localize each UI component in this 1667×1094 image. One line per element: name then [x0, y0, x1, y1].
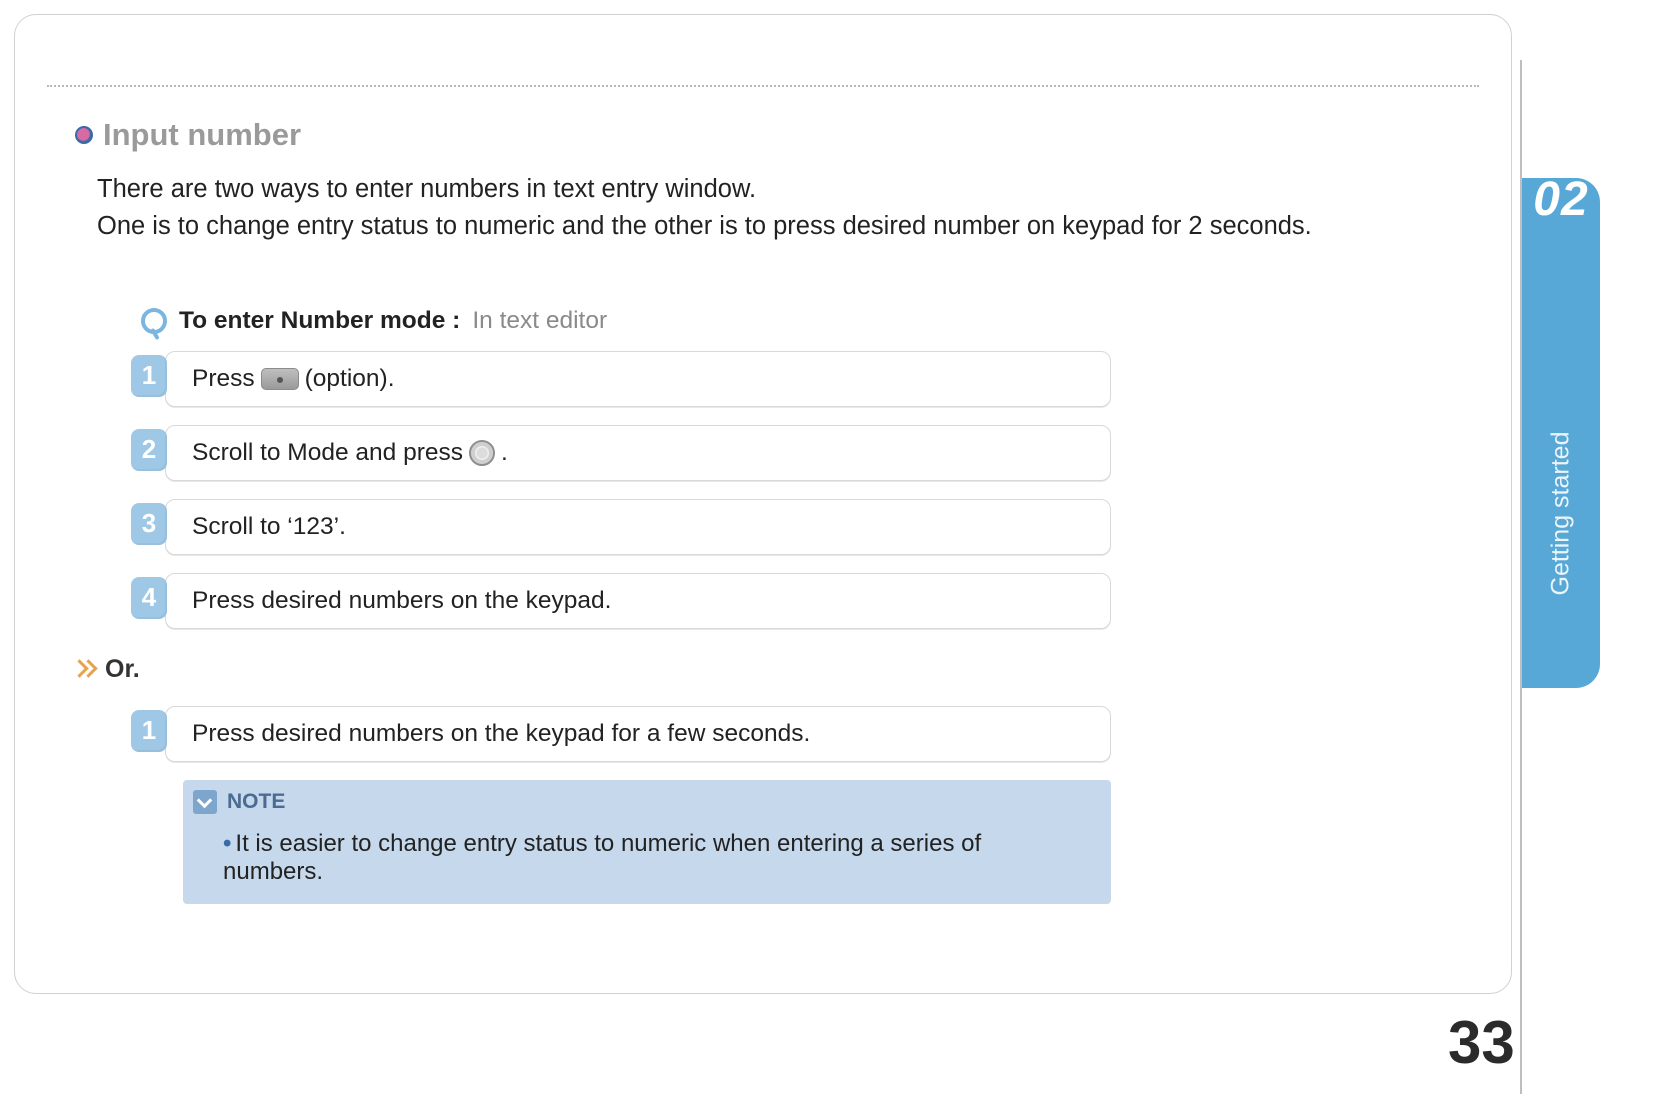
step-box: Press desired numbers on the keypad for …: [165, 706, 1111, 762]
content-area: Input number There are two ways to enter…: [75, 117, 1451, 904]
mode-heading: To enter Number mode : In text editor: [141, 307, 1111, 335]
page-number: 33: [1448, 1008, 1515, 1077]
or-divider: Or.: [73, 655, 1111, 684]
step-text: .: [501, 439, 508, 467]
step-text: Press desired numbers on the keypad.: [192, 587, 611, 615]
heading-title: Input number: [103, 117, 301, 153]
mode-label: To enter Number mode :: [179, 307, 460, 335]
step-number-badge: 4: [131, 577, 167, 619]
intro-line-1: There are two ways to enter numbers in t…: [97, 171, 1451, 208]
step-row: 2Scroll to Mode and press .: [135, 425, 1111, 481]
note-title: NOTE: [227, 790, 285, 814]
note-bullet-icon: •: [223, 830, 231, 857]
note-heading: NOTE: [183, 780, 1111, 824]
step-text: Scroll to ‘123’.: [192, 513, 346, 541]
page-frame: Input number There are two ways to enter…: [14, 14, 1512, 994]
steps-a-list: 1Press (option). 2Scroll to Mode and pres…: [135, 351, 1111, 629]
mode-context: In text editor: [472, 307, 607, 335]
chapter-number: 02: [1522, 172, 1600, 227]
step-text: (option).: [305, 365, 395, 393]
chapter-tab: 02 Getting started: [1522, 178, 1600, 688]
heading-bullet-icon: [75, 126, 93, 144]
arrow-down-right-icon: [193, 790, 217, 814]
step-row: 1Press desired numbers on the keypad for…: [135, 706, 1111, 762]
step-box: Press desired numbers on the keypad.: [165, 573, 1111, 629]
intro-line-2: One is to change entry status to numeric…: [97, 208, 1451, 245]
step-number-badge: 1: [131, 710, 167, 752]
step-row: 1Press (option).: [135, 351, 1111, 407]
note-body: •It is easier to change entry status to …: [183, 824, 1111, 886]
intro-text: There are two ways to enter numbers in t…: [97, 171, 1451, 245]
steps-block: To enter Number mode : In text editor 1P…: [135, 307, 1111, 904]
section-heading: Input number: [75, 117, 1451, 153]
step-number-badge: 3: [131, 503, 167, 545]
step-text: Press: [192, 365, 255, 393]
note-box: NOTE •It is easier to change entry statu…: [183, 780, 1111, 904]
or-label: Or.: [105, 655, 140, 684]
nav-key-icon: [469, 440, 495, 466]
step-box: Scroll to Mode and press .: [165, 425, 1111, 481]
step-row: 4Press desired numbers on the keypad.: [135, 573, 1111, 629]
step-text: Press desired numbers on the keypad for …: [192, 720, 810, 748]
chapter-label: Getting started: [1547, 432, 1576, 596]
step-number-badge: 2: [131, 429, 167, 471]
steps-b-list: 1Press desired numbers on the keypad for…: [135, 706, 1111, 762]
magnifier-icon: [141, 308, 167, 334]
step-row: 3Scroll to ‘123’.: [135, 499, 1111, 555]
step-number-badge: 1: [131, 355, 167, 397]
note-text: It is easier to change entry status to n…: [223, 830, 981, 885]
step-box: Press (option).: [165, 351, 1111, 407]
divider-rule: [47, 85, 1479, 87]
chevron-right-icon: [73, 658, 97, 680]
softkey-icon: [261, 368, 299, 390]
step-box: Scroll to ‘123’.: [165, 499, 1111, 555]
step-text: Scroll to Mode and press: [192, 439, 463, 467]
